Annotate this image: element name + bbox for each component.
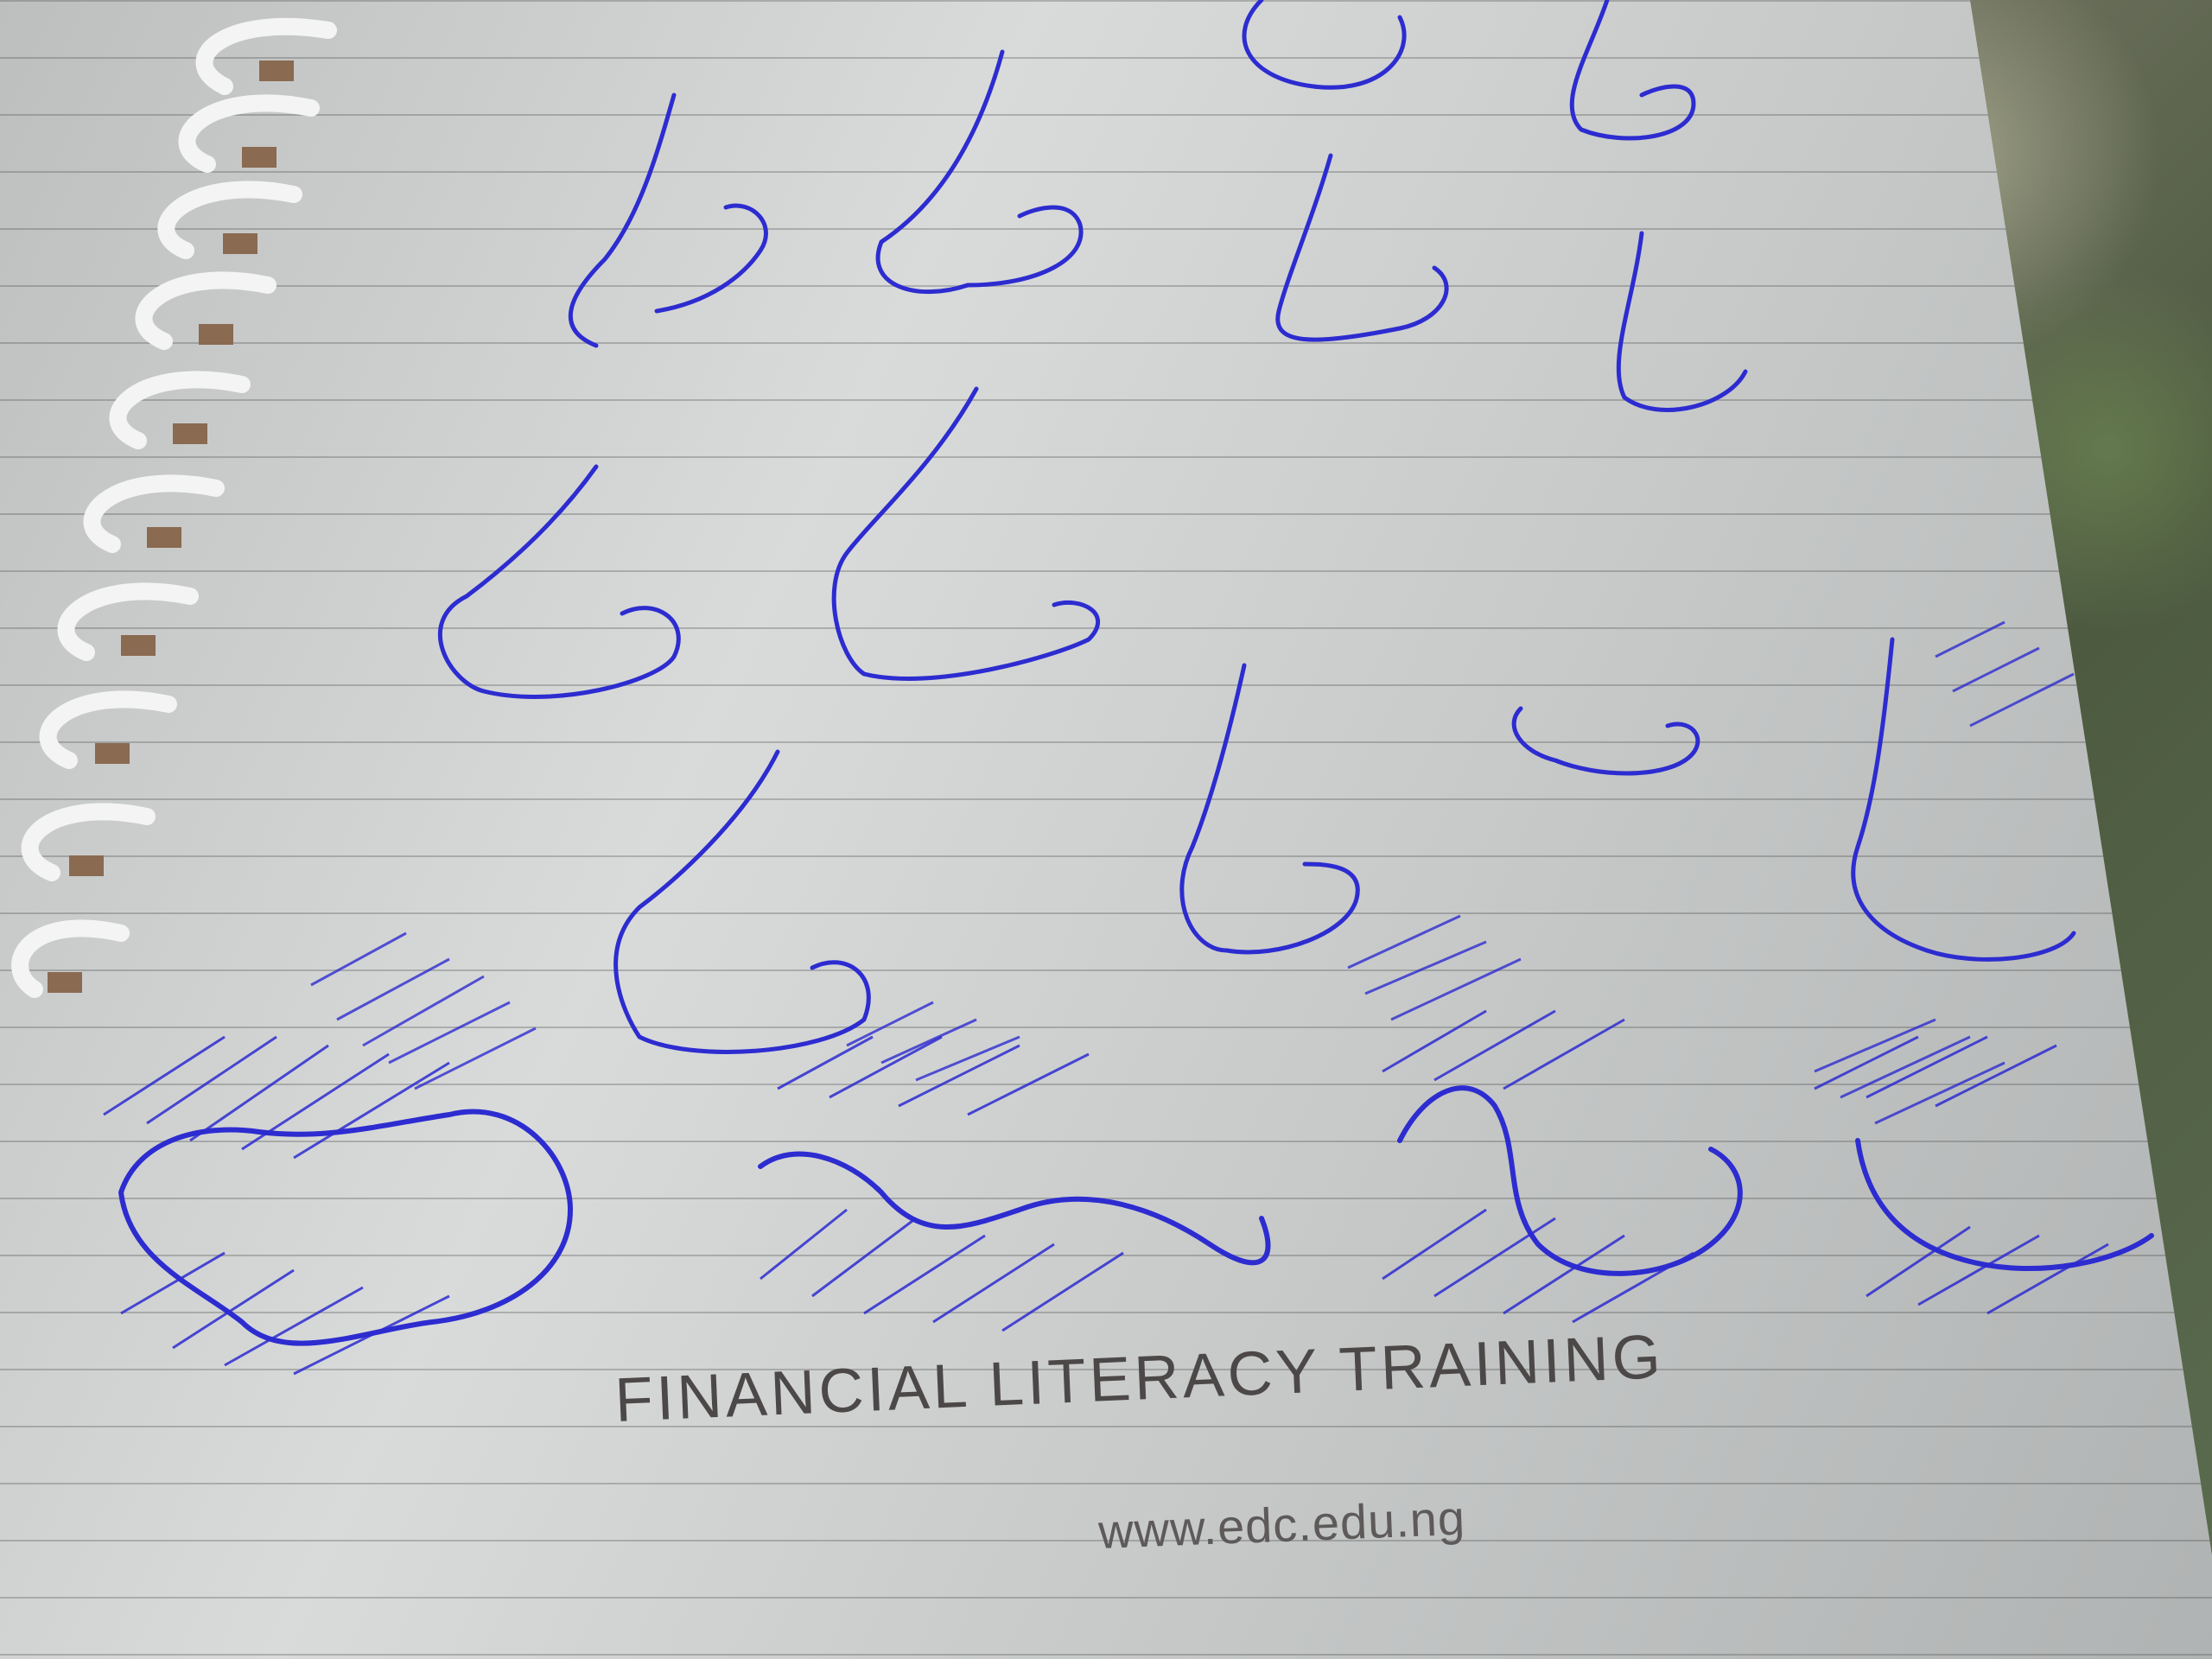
photo-scene: FINANCIAL LITERACY TRAINING www.edc.edu.… (0, 0, 2212, 1659)
